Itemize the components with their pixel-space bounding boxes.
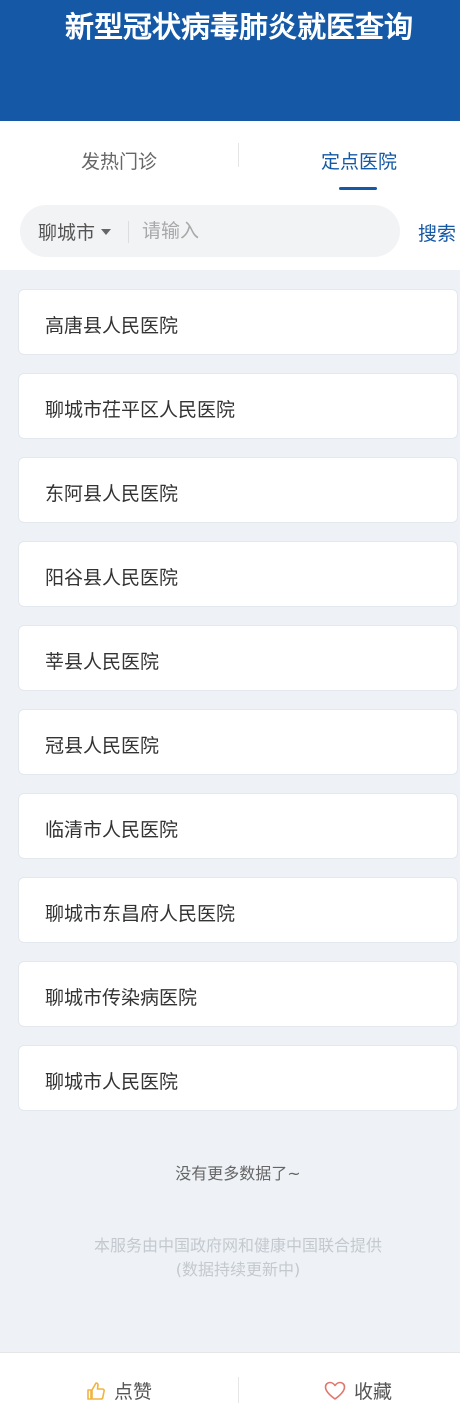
tab-designated-hospital[interactable]: 定点医院: [244, 147, 460, 174]
hospital-card[interactable]: 聊城市传染病医院: [18, 961, 458, 1027]
hospital-name: 聊城市人民医院: [45, 1071, 179, 1093]
hospital-list: 高唐县人民医院 聊城市茌平区人民医院 东阿县人民医院 阳谷县人民医院 莘县人民医…: [18, 289, 460, 1129]
no-more-data-text: 没有更多数据了~: [175, 1164, 301, 1183]
caret-down-icon: [101, 228, 112, 235]
hospital-name: 聊城市传染病医院: [45, 987, 198, 1009]
footer-line-1: 本服务由中国政府网和健康中国联合提供: [93, 1236, 382, 1255]
favorite-label: 收藏: [354, 1381, 393, 1403]
hospital-card[interactable]: 高唐县人民医院: [18, 289, 458, 355]
tab-divider: [238, 143, 239, 167]
hospital-card[interactable]: 聊城市人民医院: [18, 1045, 458, 1111]
hospital-name: 莘县人民医院: [45, 651, 160, 673]
tab-bar: 发热门诊 定点医院: [0, 121, 460, 196]
bottom-bar-divider: [238, 1377, 239, 1403]
hospital-card[interactable]: 东阿县人民医院: [18, 457, 458, 523]
active-tab-indicator: [339, 187, 377, 190]
search-button[interactable]: 搜索: [418, 219, 456, 246]
city-select-label: 聊城市: [38, 222, 96, 244]
thumbs-up-icon: [87, 1381, 105, 1400]
tab-fever-clinic[interactable]: 发热门诊: [4, 147, 234, 174]
hospital-name: 聊城市茌平区人民医院: [45, 399, 236, 421]
hospital-name: 聊城市东昌府人民医院: [45, 903, 236, 925]
hospital-name: 冠县人民医院: [45, 735, 160, 757]
hospital-card[interactable]: 聊城市茌平区人民医院: [18, 373, 458, 439]
heart-icon: [324, 1381, 346, 1400]
page-title: 新型冠状病毒肺炎就医查询: [64, 10, 413, 44]
bottom-action-bar: 点赞 收藏: [0, 1352, 460, 1425]
favorite-button[interactable]: 收藏: [324, 1377, 392, 1404]
hospital-card[interactable]: 临清市人民医院: [18, 793, 458, 859]
hospital-name: 阳谷县人民医院: [45, 567, 179, 589]
like-button[interactable]: 点赞: [86, 1377, 152, 1404]
like-label: 点赞: [114, 1381, 153, 1403]
hospital-name: 临清市人民医院: [45, 819, 179, 841]
hospital-card[interactable]: 莘县人民医院: [18, 625, 458, 691]
hospital-card[interactable]: 阳谷县人民医院: [18, 541, 458, 607]
footer-line-2: (数据持续更新中): [175, 1260, 301, 1279]
footer-note: 本服务由中国政府网和健康中国联合提供 (数据持续更新中): [0, 1234, 460, 1282]
search-separator: [128, 221, 129, 243]
search-input[interactable]: [140, 215, 384, 247]
search-box: 聊城市: [20, 205, 400, 257]
city-select[interactable]: 聊城市: [38, 218, 112, 245]
hospital-card[interactable]: 冠县人民医院: [18, 709, 458, 775]
hospital-name: 高唐县人民医院: [45, 315, 179, 337]
hospital-card[interactable]: 聊城市东昌府人民医院: [18, 877, 458, 943]
header-banner: 新型冠状病毒肺炎就医查询: [0, 0, 460, 121]
hospital-name: 东阿县人民医院: [45, 483, 179, 505]
search-bar: 聊城市 搜索: [0, 196, 460, 270]
